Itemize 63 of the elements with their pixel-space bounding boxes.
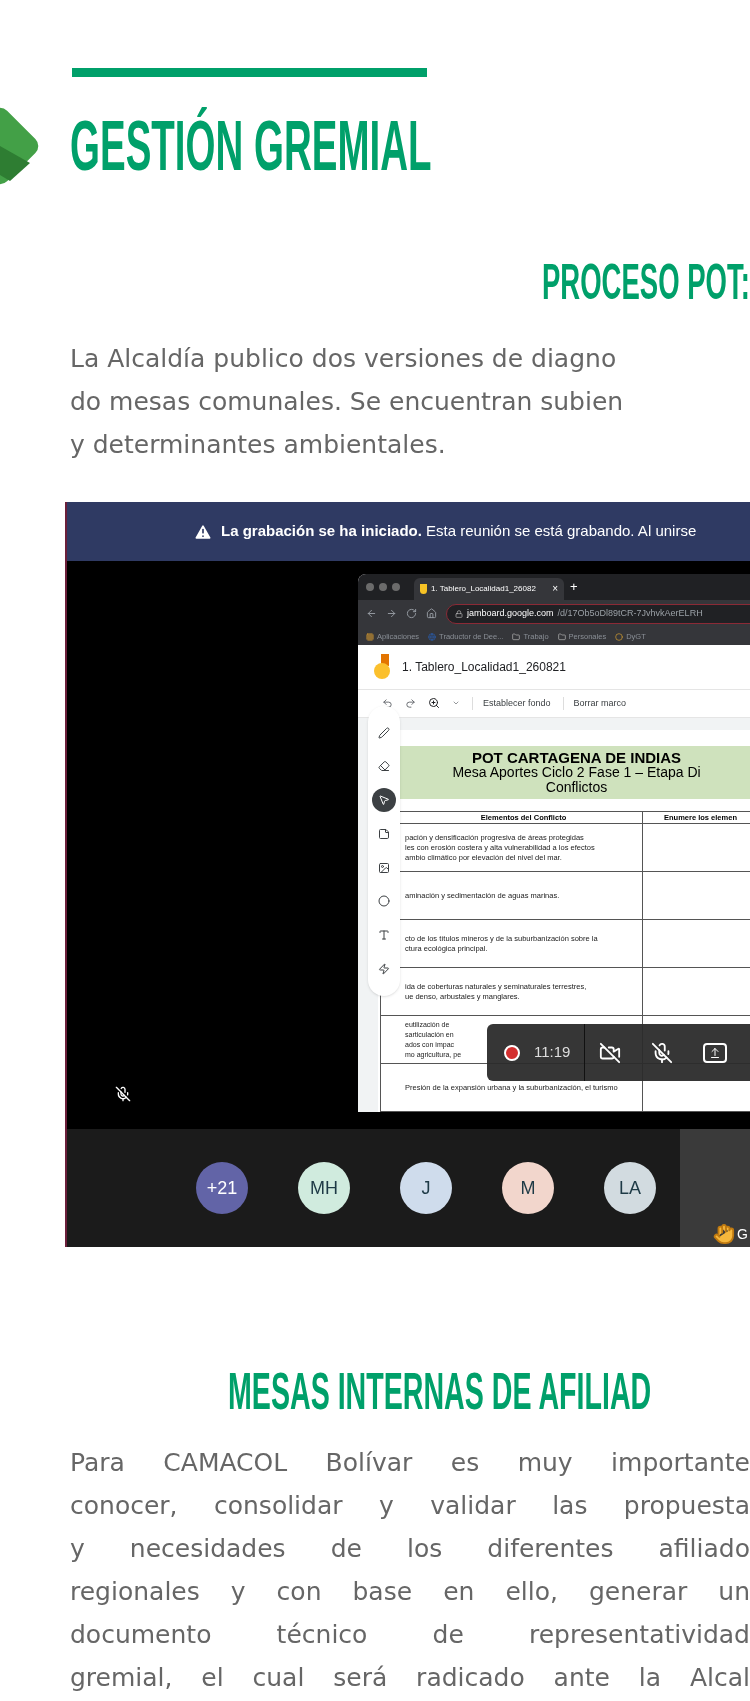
board-heading-line: POT CARTAGENA DE INDIAS	[471, 749, 682, 765]
participant-avatar[interactable]: MH	[298, 1162, 350, 1214]
recording-time: 11:19	[534, 1042, 571, 1063]
lock-icon	[455, 609, 463, 618]
upload-icon	[709, 1046, 722, 1059]
section-heading: PROCESO POT:	[542, 257, 750, 307]
jamboard-logo-icon	[420, 583, 427, 594]
globe-icon	[428, 632, 437, 641]
participant-avatar[interactable]: LA	[604, 1162, 656, 1214]
toolbar-button[interactable]: Establecer fondo	[472, 696, 551, 711]
share-button[interactable]	[703, 1042, 728, 1063]
mic-button[interactable]	[651, 1041, 674, 1064]
jamboard-logo-icon	[374, 654, 390, 681]
home-icon[interactable]	[426, 608, 437, 620]
apps-icon	[366, 632, 374, 641]
eraser-icon	[378, 760, 390, 773]
paragraph-line: Para CAMACOL Bolívar es muy importante	[70, 1447, 750, 1479]
image-icon	[378, 861, 390, 874]
paragraph-line: do mesas comunales. Se encuentran subien	[70, 386, 624, 418]
note-icon	[378, 827, 390, 840]
textbox-icon	[378, 929, 390, 942]
close-tab-button[interactable]: ×	[552, 581, 558, 597]
undo-icon[interactable]	[382, 697, 393, 709]
participant-avatar[interactable]: +21	[196, 1162, 248, 1214]
participant-avatar[interactable]: M	[502, 1162, 554, 1214]
paragraph-line: La Alcaldía publico dos versiones de diagno	[70, 343, 617, 375]
paragraph-line: conocer, consolidar y validar las propuesta	[70, 1490, 750, 1522]
paragraph-line: y determinantes ambientales.	[70, 429, 446, 461]
paragraph-line: gremial, el cual será radicado ante la Alcal	[70, 1662, 750, 1694]
url-path: /d/17Ob5oDl89tCR-7JvhvkAerELRH	[557, 607, 703, 621]
select-icon	[378, 794, 390, 807]
document-title: 1. Tablero_Localidad1_260821	[402, 659, 566, 677]
participant-avatar[interactable]: J	[400, 1162, 452, 1214]
folder-icon	[557, 632, 566, 641]
circle-icon	[378, 895, 390, 908]
new-tab-button[interactable]: +	[570, 577, 578, 597]
board-heading-line: Conflictos	[545, 779, 608, 795]
board-heading-line: Mesa Aportes Ciclo 2 Fase 1 – Etapa Di	[452, 764, 701, 780]
zoom-icon[interactable]	[428, 697, 440, 710]
laser-icon	[378, 962, 390, 975]
paragraph-line: documento técnico de representatividad	[70, 1619, 750, 1651]
url-host: jamboard.google.com	[467, 607, 554, 621]
section-heading: MESAS INTERNAS DE AFILIAD	[228, 1365, 652, 1417]
circle-icon	[615, 632, 624, 641]
reload-icon[interactable]	[406, 608, 417, 620]
mic-off-icon	[651, 1041, 674, 1064]
forward-icon[interactable]	[386, 608, 397, 620]
tool-button[interactable]	[372, 788, 396, 813]
address-bar[interactable]: jamboard.google.com /d/17Ob5oDl89tCR-7JvhvkAerELRH	[446, 603, 750, 624]
pen-icon	[378, 726, 390, 739]
hand-icon	[713, 1223, 736, 1245]
banner-text: La grabación se ha iniciado. Esta reunión se está grabando. Al unirse	[221, 521, 697, 542]
browser-tab[interactable]: 1. Tablero_Localidad1_26082 ×	[414, 577, 564, 600]
back-icon[interactable]	[366, 608, 377, 620]
tab-title: 1. Tablero_Localidad1_26082	[431, 582, 536, 595]
camera-button[interactable]	[599, 1041, 622, 1064]
paragraph-line: y necesidades de los diferentes afiliado	[70, 1533, 750, 1565]
participant-name: G	[737, 1225, 748, 1244]
folder-icon	[512, 632, 521, 641]
redo-icon[interactable]	[405, 697, 416, 709]
camera-off-icon	[599, 1041, 622, 1064]
toolbar-button[interactable]: Borrar marco	[562, 696, 627, 711]
paragraph-line: regionales y con base en ello, generar un	[70, 1576, 750, 1608]
